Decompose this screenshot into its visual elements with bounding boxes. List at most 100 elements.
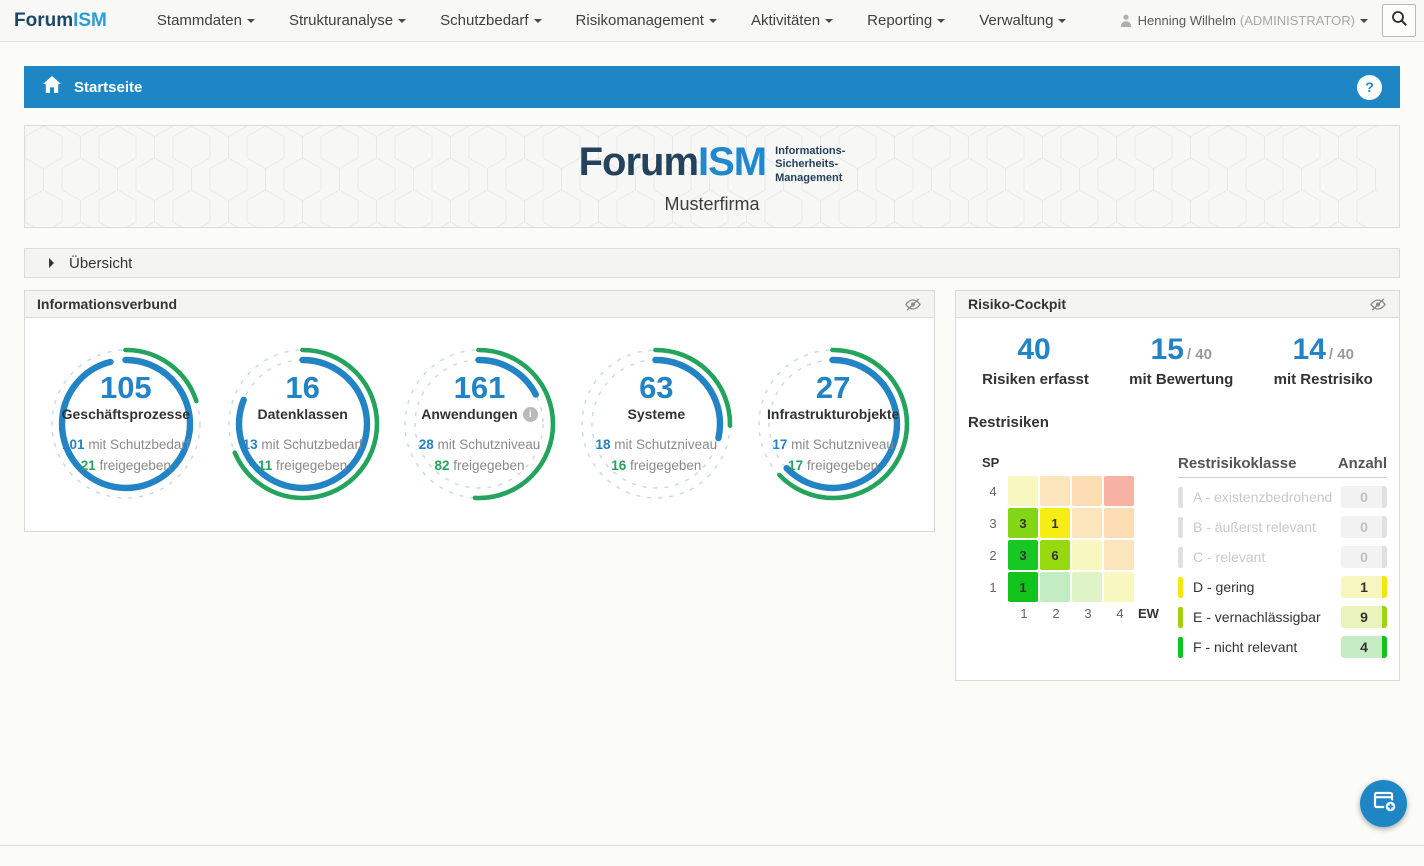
kpi-value: 27 <box>816 372 850 403</box>
help-button[interactable]: ? <box>1357 75 1382 100</box>
nav-item-verwaltung[interactable]: Verwaltung <box>979 12 1066 29</box>
risk-matrix-cell-sp2-ew2[interactable]: 6 <box>1040 540 1070 570</box>
risk-matrix-cell-sp1-ew3[interactable] <box>1072 572 1102 602</box>
uebersicht-collapsible[interactable]: Übersicht <box>24 248 1400 278</box>
kpi-circles-row: 105 Geschäftsprozesse 101 mit Schutzbeda… <box>25 318 934 531</box>
user-menu[interactable]: Henning Wilhelm (ADMINISTRATOR) <box>1120 13 1368 28</box>
hide-panel-icon[interactable] <box>904 297 922 312</box>
risk-classes-table-header: Restrisikoklasse Anzahl <box>1178 455 1387 478</box>
kpi-value: 16 <box>285 372 319 403</box>
risiko-cockpit-panel: Risiko-Cockpit 40 Risiken erfasst15/ 40 … <box>955 290 1400 681</box>
kpi-value: 161 <box>454 372 506 403</box>
kpi-circle-gesch-ftsprozesse[interactable]: 105 Geschäftsprozesse 101 mit Schutzbeda… <box>46 344 206 504</box>
kpi-label: Datenklassen <box>258 406 348 422</box>
add-new-button[interactable] <box>1360 780 1407 827</box>
risk-matrix-cell-sp1-ew2[interactable] <box>1040 572 1070 602</box>
breadcrumb-bar: Startseite ? <box>24 66 1400 108</box>
risiko-cockpit-header: Risiko-Cockpit <box>956 291 1399 318</box>
top-navbar: ForumISM Stammdaten Strukturanalyse Schutz… <box>0 0 1424 42</box>
risk-matrix-cell-sp2-ew1[interactable]: 3 <box>1008 540 1038 570</box>
nav-item-aktivit-ten[interactable]: Aktivitäten <box>751 12 833 29</box>
class-color-bar <box>1178 487 1183 508</box>
class-label: A - existenzbedrohend <box>1193 489 1341 505</box>
add-window-icon <box>1371 788 1397 819</box>
kpi-stats: 28 mit Schutzniveau 82 freigegeben <box>419 435 541 476</box>
class-color-bar <box>1178 517 1183 538</box>
risk-classes-col2-header: Anzahl <box>1338 455 1387 472</box>
class-count-badge: 0 <box>1341 546 1387 568</box>
uebersicht-label: Übersicht <box>69 255 132 272</box>
risk-class-row-a: A - existenzbedrohend 0 <box>1178 482 1387 512</box>
kpi-circle-anwendungen[interactable]: 161 Anwendungeni 28 mit Schutzniveau 82 … <box>399 344 559 504</box>
user-icon <box>1120 14 1132 27</box>
informationsverbund-title: Informationsverbund <box>37 296 177 312</box>
risk-matrix-col-label: 3 <box>1072 606 1104 621</box>
kpi-circle-datenklassen[interactable]: 16 Datenklassen 13 mit Schutzbedarf 11 f… <box>223 344 383 504</box>
kpi-stats: 13 mit Schutzbedarf 11 freigegeben <box>243 435 363 476</box>
class-label: C - relevant <box>1193 549 1341 565</box>
chevron-down-icon <box>937 19 945 27</box>
risk-matrix-col-label: 2 <box>1040 606 1072 621</box>
app-logo-part2: ISM <box>73 10 107 31</box>
risk-matrix-cell-sp4-ew2[interactable] <box>1040 476 1070 506</box>
chevron-down-icon <box>398 19 406 27</box>
risk-matrix-cell-sp4-ew3[interactable] <box>1072 476 1102 506</box>
risk-matrix-cell-sp3-ew1[interactable]: 3 <box>1008 508 1038 538</box>
user-role: (ADMINISTRATOR) <box>1240 13 1355 28</box>
chevron-down-icon <box>1058 19 1066 27</box>
risk-matrix-cell-sp3-ew2[interactable]: 1 <box>1040 508 1070 538</box>
risk-matrix-x-axis-label: EW <box>1138 606 1159 621</box>
nav-item-strukturanalyse[interactable]: Strukturanalyse <box>289 12 406 29</box>
kpi-stats: 18 mit Schutzniveau 16 freigegeben <box>596 435 718 476</box>
risk-matrix-cell-sp1-ew1[interactable]: 1 <box>1008 572 1038 602</box>
kpi-label: Systeme <box>628 406 686 422</box>
risk-classes-table: Restrisikoklasse Anzahl A - existenzbedr… <box>1164 455 1387 662</box>
risk-matrix-cell-sp4-ew1[interactable] <box>1008 476 1038 506</box>
kpi-circle-infrastrukturobjekte[interactable]: 27 Infrastrukturobjekte 17 mit Schutzniv… <box>753 344 913 504</box>
nav-item-stammdaten[interactable]: Stammdaten <box>157 12 255 29</box>
risk-classes-col1-header: Restrisikoklasse <box>1178 455 1296 472</box>
chevron-down-icon <box>825 19 833 27</box>
risk-matrix-y-axis-label: SP <box>982 455 1164 470</box>
risk-class-row-c: C - relevant 0 <box>1178 542 1387 572</box>
hide-panel-icon[interactable] <box>1369 297 1387 312</box>
risk-matrix-row-label: 4 <box>982 484 1004 499</box>
informationsverbund-panel: Informationsverbund 105 Geschäftsprozess… <box>24 290 935 532</box>
risk-matrix-cell-sp4-ew4[interactable] <box>1104 476 1134 506</box>
app-logo[interactable]: ForumISM <box>14 10 107 32</box>
search-icon <box>1391 10 1408 32</box>
risk-stat-mit-bewertung: 15/ 40 mit Bewertung <box>1129 335 1233 388</box>
chevron-down-icon <box>1360 19 1368 27</box>
nav-item-risikomanagement[interactable]: Risikomanagement <box>576 12 717 29</box>
chevron-down-icon <box>247 19 255 27</box>
class-count-badge: 9 <box>1341 606 1387 628</box>
class-count-badge: 0 <box>1341 516 1387 538</box>
risk-class-row-f: F - nicht relevant 4 <box>1178 632 1387 662</box>
risk-matrix-x-axis: 1234 EW <box>982 606 1164 621</box>
nav-item-reporting[interactable]: Reporting <box>867 12 945 29</box>
info-icon[interactable]: i <box>523 407 538 422</box>
kpi-label: Infrastrukturobjekte <box>767 406 899 422</box>
kpi-circle-systeme[interactable]: 63 Systeme 18 mit Schutzniveau 16 freige… <box>576 344 736 504</box>
risk-matrix-cell-sp3-ew4[interactable] <box>1104 508 1134 538</box>
risk-matrix: SP 433123611 1234 EW <box>968 441 1164 662</box>
nav-item-schutzbedarf[interactable]: Schutzbedarf <box>440 12 541 29</box>
page-footer <box>0 845 1424 866</box>
masthead-logo-part1: Forum <box>579 140 698 184</box>
masthead-logo-subtitle: Informations- Sicherheits- Management <box>775 145 845 185</box>
risk-class-row-d: D - gering 1 <box>1178 572 1387 602</box>
kpi-label: Anwendungeni <box>421 406 537 422</box>
risk-matrix-cell-sp1-ew4[interactable] <box>1104 572 1134 602</box>
search-button[interactable] <box>1382 4 1416 37</box>
risk-matrix-cell-sp2-ew3[interactable] <box>1072 540 1102 570</box>
kpi-label: Geschäftsprozesse <box>62 406 190 422</box>
risk-matrix-col-label: 4 <box>1104 606 1136 621</box>
risk-matrix-col-label: 1 <box>1008 606 1040 621</box>
masthead: ForumISM Informations- Sicherheits- Mana… <box>24 125 1400 228</box>
risk-matrix-cell-sp3-ew3[interactable] <box>1072 508 1102 538</box>
kpi-value: 105 <box>100 372 152 403</box>
risk-matrix-row-label: 2 <box>982 548 1004 563</box>
class-label: F - nicht relevant <box>1193 639 1341 655</box>
risk-matrix-cell-sp2-ew4[interactable] <box>1104 540 1134 570</box>
class-count-badge: 0 <box>1341 486 1387 508</box>
